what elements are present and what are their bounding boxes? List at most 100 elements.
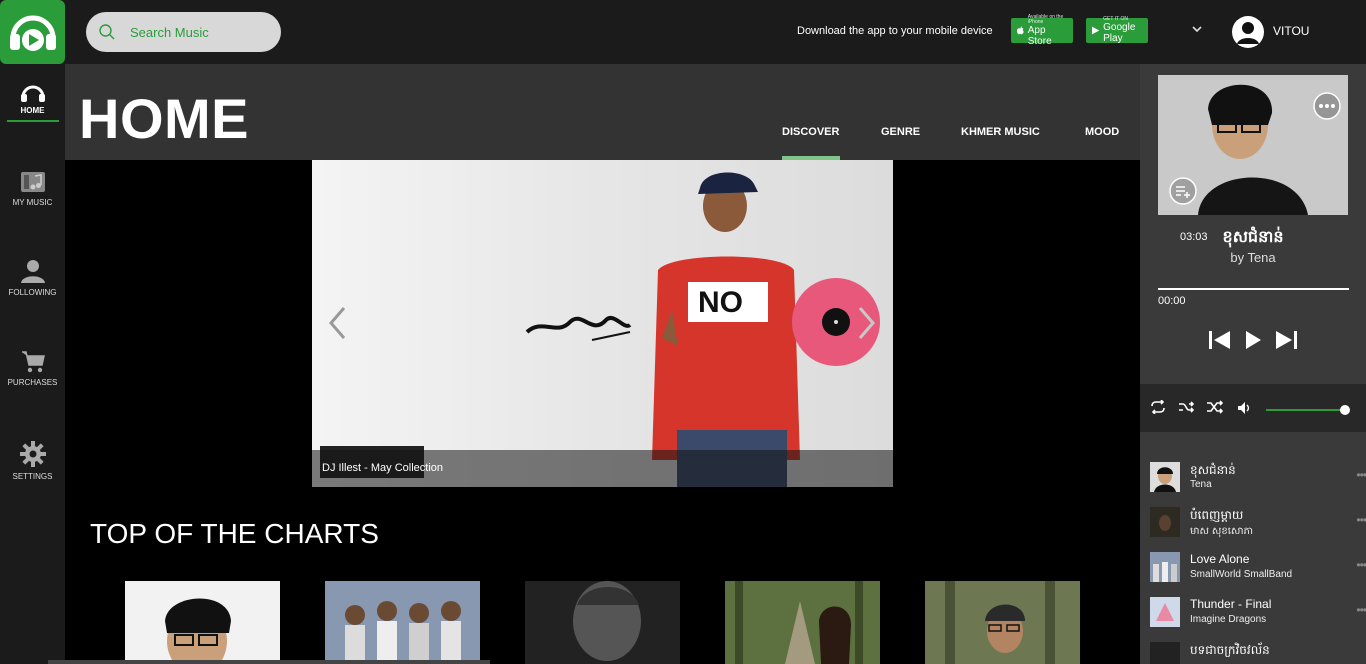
volume-icon[interactable] — [1238, 402, 1252, 414]
play-icon[interactable] — [1244, 331, 1262, 349]
nav-item-settings[interactable]: SETTINGS — [0, 440, 65, 481]
queue-item-thumb — [1150, 507, 1180, 537]
nav-label-settings: SETTINGS — [12, 472, 53, 481]
app-store-button[interactable]: Available on the iPhone App Store — [1011, 14, 1073, 47]
search-icon — [99, 24, 115, 40]
queue-item-title: បំពេញម្ដាយ — [1190, 508, 1244, 522]
app-logo[interactable] — [0, 0, 65, 64]
queue-item-artist: SmallWorld SmallBand — [1190, 569, 1293, 580]
add-to-playlist-icon[interactable] — [1168, 176, 1198, 206]
queue-item-thumb — [1150, 462, 1180, 492]
album-cover-image — [1150, 597, 1180, 627]
progress-bar[interactable] — [1158, 288, 1349, 290]
queue-item-thumb — [1150, 552, 1180, 582]
google-play-small-text: GET IT ON — [1103, 16, 1128, 22]
queue-item-artist: Imagine Dragons — [1190, 614, 1267, 625]
apple-icon — [1017, 26, 1024, 35]
queue-item-title: Thunder - Final — [1190, 597, 1272, 611]
search-box[interactable] — [86, 12, 281, 52]
queue-item-title: ខុសជំនាន់ — [1190, 463, 1236, 477]
queue-item-artist: Tena — [1190, 479, 1212, 490]
user-icon — [1237, 22, 1259, 44]
tab-khmer-music[interactable]: KHMER MUSIC — [961, 126, 1040, 138]
app-root: Download the app to your mobile device A… — [0, 0, 1366, 664]
album-cover-image — [1150, 507, 1180, 537]
horizontal-scrollbar[interactable] — [48, 660, 490, 664]
chart-album-thumb[interactable] — [725, 581, 880, 664]
repeat-icon[interactable] — [1150, 400, 1166, 414]
time-total: 03:03 — [1180, 231, 1208, 243]
now-playing-panel: ខុសជំនាន់ by Tena 00:00 — [1140, 64, 1366, 384]
play-queue: ខុសជំនាន់ Tena ••• បំពេញម្ដាយ មាស សុខសោភ… — [1140, 432, 1366, 664]
loop-icon[interactable] — [1178, 400, 1194, 414]
nav-label-purchases: PURCHASES — [7, 378, 58, 387]
nav-active-indicator — [6, 120, 59, 122]
now-playing-cover — [1158, 75, 1348, 215]
chart-album-thumb[interactable] — [125, 581, 280, 664]
headphones-icon — [20, 85, 45, 102]
nav-item-home[interactable]: HOME — [0, 82, 65, 122]
album-cover-image — [525, 581, 680, 664]
section-title-top-charts: TOP OF THE CHARTS — [90, 518, 379, 549]
carousel-prev-icon[interactable] — [326, 305, 350, 341]
chart-album-thumb[interactable] — [525, 581, 680, 664]
google-play-label: Google Play — [1103, 22, 1136, 44]
nav-item-purchases[interactable]: PURCHASES — [0, 348, 65, 387]
cart-icon — [21, 351, 45, 373]
svg-text:NO: NO — [698, 286, 743, 319]
carousel-next-icon[interactable] — [854, 305, 878, 341]
queue-item[interactable]: បទជាចក្រវិចវល័ន — [1150, 642, 1360, 664]
top-bar: Download the app to your mobile device A… — [0, 0, 1366, 64]
search-input[interactable] — [130, 24, 270, 40]
user-avatar[interactable] — [1232, 16, 1264, 48]
tab-discover[interactable]: DISCOVER — [782, 126, 839, 138]
nav-item-my-music[interactable]: MY MUSIC — [0, 170, 65, 207]
queue-item[interactable]: ខុសជំនាន់ Tena ••• — [1150, 462, 1366, 494]
volume-slider[interactable] — [1266, 409, 1348, 411]
tab-genre[interactable]: GENRE — [881, 126, 920, 138]
username[interactable]: VITOU — [1273, 24, 1309, 38]
app-store-label: App Store — [1027, 24, 1052, 47]
google-play-label-group: GET IT ON Google Play — [1103, 16, 1142, 45]
queue-more-icon[interactable]: ••• — [1356, 513, 1366, 527]
shuffle-icon[interactable] — [1206, 400, 1223, 414]
queue-more-icon[interactable]: ••• — [1356, 603, 1366, 617]
download-app-text: Download the app to your mobile device — [797, 25, 993, 37]
time-current: 00:00 — [1158, 295, 1186, 307]
nav-item-following[interactable]: FOLLOWING — [0, 258, 65, 297]
album-cover-image — [1150, 552, 1180, 582]
page-title: HOME — [79, 87, 249, 150]
queue-item-artist: មាស សុខសោភា — [1190, 526, 1254, 537]
chart-album-thumb[interactable] — [925, 581, 1080, 664]
queue-item[interactable]: Thunder - Final Imagine Dragons ••• — [1150, 597, 1366, 629]
hero-caption[interactable]: DJ Illest - May Collection — [322, 462, 443, 474]
volume-slider-handle[interactable] — [1339, 405, 1350, 415]
chevron-down-icon[interactable] — [1190, 22, 1204, 36]
album-cover-image — [165, 598, 231, 664]
skip-next-icon[interactable] — [1275, 331, 1297, 349]
nav-label-following: FOLLOWING — [8, 288, 57, 297]
nav-label-home: HOME — [20, 106, 45, 115]
album-cover-image — [1154, 467, 1176, 492]
google-play-button[interactable]: GET IT ON Google Play — [1086, 16, 1148, 45]
hero-artwork-image: NO — [320, 172, 880, 487]
queue-item-title: បទជាចក្រវិចវល័ន — [1190, 643, 1270, 657]
queue-more-icon[interactable]: ••• — [1356, 468, 1366, 482]
hero-carousel[interactable]: NO DJ Illest - May Collection — [312, 160, 893, 487]
tab-mood[interactable]: MOOD — [1085, 126, 1119, 138]
chart-album-thumb[interactable] — [325, 581, 480, 664]
app-store-label-group: Available on the iPhone App Store — [1027, 13, 1067, 47]
queue-item[interactable]: បំពេញម្ដាយ មាស សុខសោភា ••• — [1150, 507, 1366, 539]
album-cover-image — [325, 581, 480, 664]
page-header: HOME DISCOVER GENRE KHMER MUSIC MOOD — [65, 64, 1140, 160]
now-playing-title: ខុសជំនាន់ — [1222, 229, 1284, 246]
app-store-small-text: Available on the iPhone — [1027, 13, 1064, 25]
skip-previous-icon[interactable] — [1209, 331, 1231, 349]
queue-item[interactable]: Love Alone SmallWorld SmallBand ••• — [1150, 552, 1366, 584]
google-play-icon — [1092, 26, 1100, 35]
now-playing-artist[interactable]: by Tena — [1140, 250, 1366, 265]
queue-more-icon[interactable]: ••• — [1356, 558, 1366, 572]
music-library-icon — [20, 172, 45, 192]
gear-icon — [19, 441, 46, 467]
more-options-icon[interactable] — [1312, 91, 1342, 121]
